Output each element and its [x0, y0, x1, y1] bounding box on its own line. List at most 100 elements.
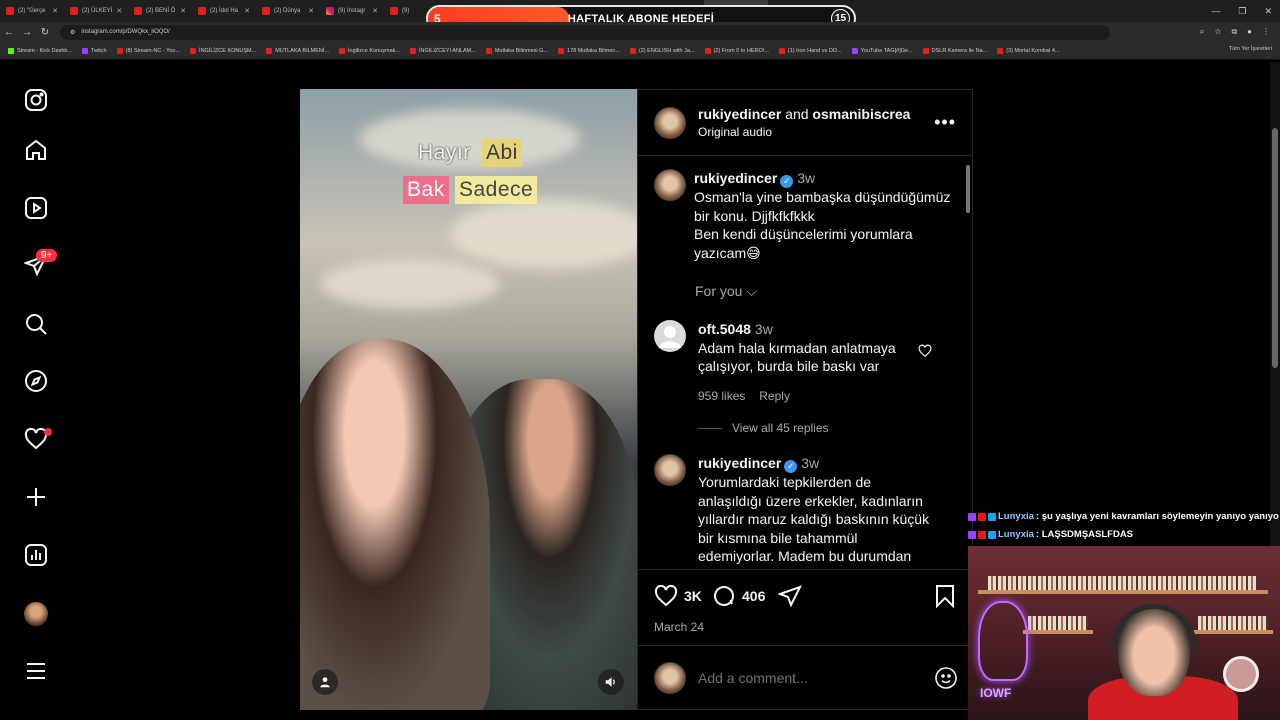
comment-button[interactable]: 406 — [712, 584, 765, 608]
bookmark-star-icon[interactable]: ☆ — [1214, 27, 1221, 37]
browser-tab[interactable]: (2) "Gerçe ✕ — [0, 0, 64, 22]
search-icon[interactable] — [24, 312, 48, 336]
bookmark-item[interactable]: YouTube TAG[#]Ge... — [851, 47, 913, 54]
reply-button[interactable]: Reply — [759, 389, 790, 403]
comments-scrollbar[interactable] — [966, 165, 970, 213]
bookmark-item[interactable]: (3) Mortal Kombat 4... — [997, 47, 1059, 54]
chat-username: Lunyxia — [998, 511, 1034, 522]
bookmark-label: Twitch — [91, 47, 107, 54]
youtube-icon — [116, 47, 123, 54]
bookmark-label: DSLR Kamera ile Na... — [931, 47, 988, 54]
explore-icon[interactable] — [24, 369, 48, 393]
minimize-icon[interactable]: — — [1211, 6, 1220, 16]
comment-icon — [714, 586, 735, 606]
bookmark-label: İNGİLİZCEYİ ANLAM... — [418, 47, 476, 54]
home-icon[interactable] — [24, 138, 48, 162]
post-date: March 24 — [654, 620, 705, 634]
post-panel: rukiyedincer and osmanibiscrea Original … — [637, 89, 973, 710]
share-button[interactable] — [778, 584, 802, 608]
comment-username[interactable]: oft.5048 — [698, 321, 751, 337]
browser-menu-icon[interactable]: ⋮ — [1262, 27, 1270, 37]
instagram-logo-icon[interactable] — [24, 88, 48, 112]
bookmark-item[interactable]: İNGİLİZCE KONUŞM... — [190, 47, 256, 54]
reels-icon[interactable] — [24, 196, 48, 220]
comment-input[interactable] — [698, 669, 918, 686]
verified-icon: ✓ — [780, 175, 794, 188]
bookmark-item[interactable]: Mutlaka Bilinmesi G... — [485, 47, 548, 54]
extensions-icon[interactable]: ⧉ — [1231, 27, 1237, 37]
profile-icon[interactable]: ● — [1247, 27, 1252, 37]
tab-close-icon[interactable]: ✕ — [308, 7, 314, 15]
save-button[interactable] — [934, 584, 956, 608]
caption-username[interactable]: rukiyedincer — [694, 170, 777, 186]
forward-icon[interactable]: → — [18, 27, 36, 38]
emoji-icon[interactable] — [934, 666, 958, 695]
youtube-icon — [997, 47, 1004, 54]
kick-icon — [8, 47, 14, 54]
bookmark-item[interactable]: Twitch — [82, 47, 107, 54]
comment-avatar[interactable] — [654, 454, 686, 486]
neon-sign-text: IOWF — [980, 686, 1012, 700]
collab-username[interactable]: osmanibiscrea — [812, 106, 910, 122]
tab-label: (2) ÜLKEYİ — [82, 8, 113, 14]
like-button[interactable]: 3K — [654, 584, 702, 608]
zoom-icon[interactable]: ⌕ — [1200, 27, 1204, 37]
bookmark-item[interactable]: DSLR Kamera ile Na... — [922, 47, 988, 54]
caption-avatar[interactable] — [654, 169, 686, 201]
tab-close-icon[interactable]: ✕ — [244, 7, 250, 15]
bookmark-item[interactable]: İngilizce Konuşmak... — [339, 47, 400, 54]
notifications-dot — [44, 428, 52, 436]
bookmark-item[interactable]: (2) From 0 to HERO!... — [704, 47, 769, 54]
more-options-icon[interactable]: ••• — [934, 112, 956, 133]
comment-avatar[interactable] — [654, 320, 686, 352]
browser-tab[interactable]: (2) Dünya ✕ — [256, 0, 320, 22]
profile-avatar[interactable] — [24, 602, 48, 626]
bookmark-label: İngilizce Konuşmak... — [348, 47, 400, 54]
tab-close-icon[interactable]: ✕ — [372, 7, 378, 15]
author-avatar[interactable] — [654, 106, 686, 139]
url-field[interactable]: ⚙ instagram.com/p/DWQkx_liOQO/ — [60, 24, 1110, 40]
close-icon[interactable]: ✕ — [1264, 6, 1272, 17]
bookmark-item[interactable]: MUTLAKA BİLMENİ... — [266, 47, 329, 54]
comment-row: oft.5048 3w Adam hala kırmadan anlatmaya … — [654, 320, 954, 438]
for-you-dropdown[interactable]: For you ⌵ — [695, 283, 757, 300]
tab-close-icon[interactable]: ✕ — [52, 7, 58, 15]
youtube-icon — [134, 7, 142, 15]
address-bar-row: ← → ↻ ⚙ instagram.com/p/DWQkx_liOQO/ ⌕ ☆… — [0, 22, 1280, 42]
bookmark-item[interactable]: (2) ENGLISH with Ja... — [629, 47, 695, 54]
maximize-icon[interactable]: ❐ — [1238, 6, 1246, 17]
bookmark-item[interactable]: (1) Iron Hand vs DO... — [778, 47, 842, 54]
comment-username[interactable]: rukiyedincer — [698, 455, 781, 471]
audio-label[interactable]: Original audio — [698, 123, 910, 141]
tab-close-icon[interactable]: ✕ — [180, 7, 186, 15]
all-bookmarks[interactable]: Tüm Yer İşaretleri — [1229, 46, 1272, 52]
tab-close-icon[interactable]: ✕ — [116, 7, 122, 15]
bookmark-item[interactable]: İNGİLİZCEYİ ANLAM... — [409, 47, 476, 54]
comment-like-icon[interactable] — [918, 344, 932, 363]
create-icon[interactable] — [24, 485, 48, 509]
tagged-user-icon[interactable] — [312, 669, 338, 695]
site-info-icon[interactable]: ⚙ — [70, 29, 75, 36]
viewer-avatar — [654, 661, 686, 694]
browser-tab[interactable]: (2) BENİ Ö ✕ — [128, 0, 192, 22]
menu-icon[interactable] — [24, 659, 48, 683]
neon-sign — [978, 601, 1028, 681]
reload-icon[interactable]: ↻ — [36, 27, 54, 38]
browser-tab[interactable]: (2) İdol Ha ✕ — [192, 0, 256, 22]
author-username[interactable]: rukiyedincer — [698, 106, 781, 122]
chat-message: Lunyxia : şu yaşlıya yeni kavramları söy… — [968, 511, 1280, 522]
tab-label: (2) İdol Ha — [210, 8, 239, 14]
bookmark-item[interactable]: 178 Mutlaka Bilmen... — [558, 47, 620, 54]
bookmark-item[interactable]: (8) Stream-NC - You... — [116, 47, 180, 54]
bookmark-item[interactable]: Stream - Kick Dashb... — [8, 47, 72, 54]
browser-tab[interactable]: (9) Instagr ✕ — [320, 0, 384, 22]
volume-icon[interactable] — [598, 669, 624, 695]
dashboard-icon[interactable] — [24, 543, 48, 567]
back-icon[interactable]: ← — [0, 27, 18, 38]
comment-text: Yorumlardaki tepkilerden de anlaşıldığı … — [698, 474, 930, 564]
post-header: rukiyedincer and osmanibiscrea Original … — [638, 90, 972, 156]
browser-tab[interactable]: (2) ÜLKEYİ ✕ — [64, 0, 128, 22]
comment-likes[interactable]: 959 likes — [698, 389, 745, 403]
caption-time: 3w — [797, 170, 816, 186]
view-replies-button[interactable]: View all 45 replies — [732, 419, 829, 438]
